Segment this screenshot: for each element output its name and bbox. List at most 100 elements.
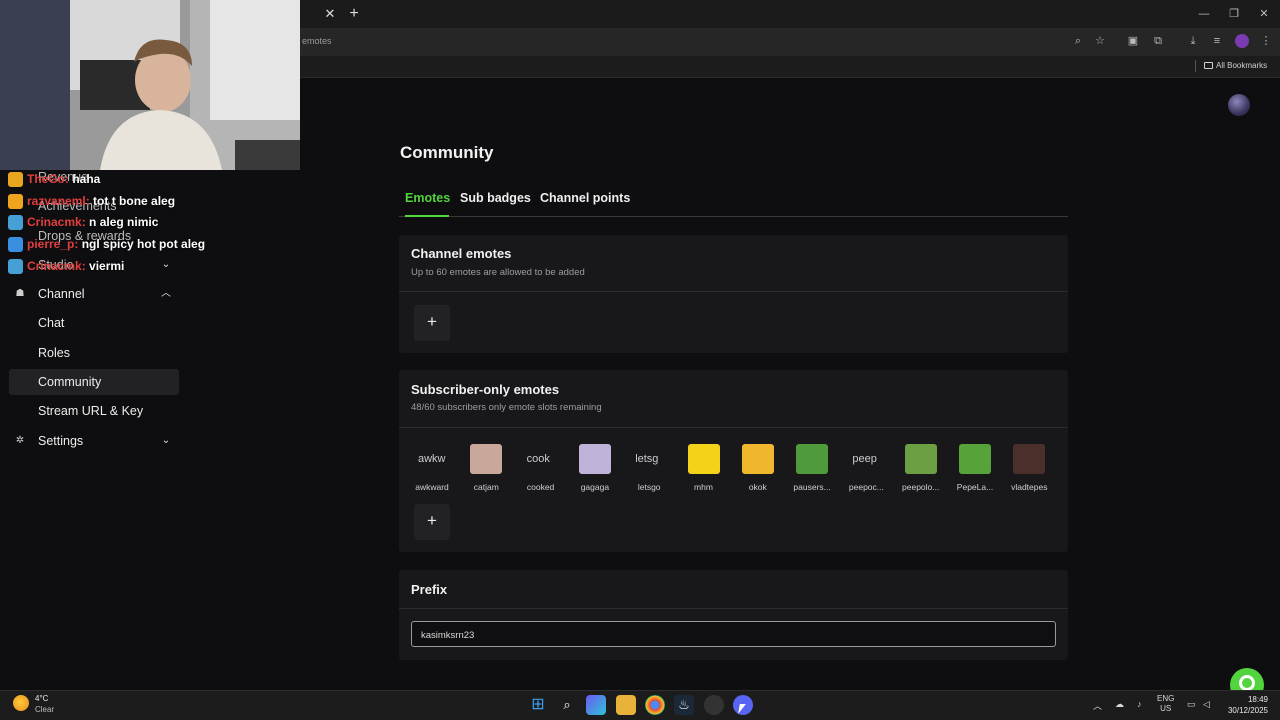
- emote-image: awkw: [418, 453, 446, 465]
- emote-name: letsgo: [637, 482, 661, 492]
- community-tabs: Emotes Sub badges Channel points: [399, 188, 1068, 217]
- chat-text: viermi: [89, 259, 125, 273]
- bookmark-star-icon[interactable]: ☆: [1093, 34, 1107, 48]
- emote-tile[interactable]: peep peepoc...: [839, 444, 893, 496]
- chat-username: Crinacmk:: [27, 259, 86, 273]
- emote-image: peep: [852, 453, 877, 465]
- file-explorer-icon[interactable]: [616, 695, 636, 715]
- sidebar-item-chat[interactable]: Chat: [38, 316, 64, 330]
- system-clock[interactable]: 18:49 30/12/2025: [1220, 694, 1268, 716]
- chat-username: pierre_p:: [27, 237, 79, 251]
- sidebar-item-stream-url[interactable]: Stream URL & Key: [38, 404, 143, 418]
- emote-name: gagaga: [580, 482, 610, 492]
- chevron-down-icon[interactable]: ⌄: [160, 435, 172, 447]
- copilot-icon[interactable]: [586, 695, 606, 715]
- search-icon[interactable]: ⌕: [557, 695, 577, 715]
- people-icon: ☗: [15, 288, 25, 299]
- chat-username: Crinacmk:: [27, 215, 86, 229]
- tab-emotes[interactable]: Emotes: [405, 191, 450, 205]
- user-avatar[interactable]: [1228, 94, 1250, 116]
- tab-close-icon[interactable]: ✕: [322, 6, 338, 22]
- url-text[interactable]: emotes: [302, 36, 332, 46]
- weather-condition[interactable]: Clear: [35, 705, 54, 714]
- profile-icon[interactable]: [1235, 34, 1249, 48]
- emote-tile[interactable]: pausers...: [785, 444, 839, 496]
- emote-tile[interactable]: okok: [731, 444, 785, 496]
- emote-tile[interactable]: gagaga: [568, 444, 622, 496]
- emote-image: [959, 444, 991, 474]
- chat-badge-icon: [8, 194, 23, 210]
- bookmarks-separator: [1195, 60, 1196, 72]
- all-bookmarks-link[interactable]: All Bookmarks: [1204, 61, 1267, 70]
- emote-image: cook: [526, 453, 550, 465]
- chat-text: tot t bone aleg: [93, 194, 176, 208]
- prefix-header: Prefix: [399, 570, 1068, 609]
- sidebar-item-settings[interactable]: Settings: [38, 434, 83, 448]
- taskbar: [0, 690, 1280, 720]
- media-icon[interactable]: ≡: [1210, 34, 1224, 48]
- chat-message: Crinacmk: n aleg nimic: [8, 215, 158, 235]
- menu-kebab-icon[interactable]: ⋮: [1259, 34, 1273, 48]
- download-icon[interactable]: ⤓: [1186, 34, 1200, 48]
- prefix-title: Prefix: [411, 582, 448, 597]
- add-subscriber-emote-button[interactable]: +: [414, 504, 450, 540]
- new-tab-button[interactable]: +: [345, 5, 363, 23]
- zoom-icon[interactable]: ⌕: [1071, 34, 1085, 48]
- steam-icon[interactable]: ♨: [674, 695, 694, 715]
- tab-channel-points[interactable]: Channel points: [540, 191, 630, 205]
- chrome-icon[interactable]: [645, 695, 665, 715]
- chevron-down-icon[interactable]: ⌄: [160, 259, 172, 271]
- emote-tile[interactable]: cook cooked: [514, 444, 568, 496]
- clock-date: 30/12/2025: [1227, 706, 1268, 715]
- webcam-image: [0, 0, 300, 170]
- puzzle-icon[interactable]: ⧉: [1151, 34, 1165, 48]
- channel-emotes-subtitle: Up to 60 emotes are allowed to be added: [411, 267, 585, 278]
- all-bookmarks-label: All Bookmarks: [1216, 61, 1268, 70]
- chat-username: razvaneml:: [27, 194, 90, 208]
- language-indicator[interactable]: ENG US: [1157, 694, 1174, 714]
- subscriber-emotes-subtitle: 48/60 subscribers only emote slots remai…: [411, 402, 602, 413]
- lang-bottom: US: [1160, 704, 1172, 713]
- screen: { "browser": { "url_visible": "emotes", …: [0, 0, 1280, 720]
- sidebar-item-roles[interactable]: Roles: [38, 346, 70, 360]
- sidebar-item-channel[interactable]: Channel: [38, 287, 85, 301]
- add-channel-emote-button[interactable]: +: [414, 305, 450, 341]
- emote-image: [578, 444, 611, 474]
- emote-tile[interactable]: letsg letsgo: [622, 444, 676, 496]
- volume-icon[interactable]: ◁: [1203, 699, 1210, 710]
- page-title: Community: [400, 143, 494, 162]
- onedrive-icon[interactable]: ☁: [1115, 699, 1124, 710]
- emote-tile[interactable]: catjam: [459, 444, 513, 496]
- emote-tile[interactable]: vladtepes: [1002, 444, 1056, 496]
- display-icon[interactable]: ▭: [1187, 699, 1196, 710]
- emote-name: mhm: [694, 482, 713, 492]
- emote-tile[interactable]: PepeLa...: [948, 444, 1002, 496]
- recording-app-icon[interactable]: [704, 695, 724, 715]
- emote-name: catjam: [473, 482, 499, 492]
- microphone-icon[interactable]: ♪: [1137, 699, 1142, 709]
- emote-tile[interactable]: peepolo...: [894, 444, 948, 496]
- close-window-icon[interactable]: ✕: [1256, 6, 1272, 22]
- emote-tile[interactable]: awkw awkward: [405, 444, 459, 496]
- minimize-icon[interactable]: —: [1196, 6, 1212, 22]
- chat-badge-icon: [8, 259, 23, 275]
- chat-username: TheGo:: [27, 172, 69, 186]
- chat-text: n aleg nimic: [89, 215, 159, 229]
- chat-text: ngl spicy hot pot aleg: [81, 237, 206, 251]
- tab-sub-badges[interactable]: Sub badges: [460, 191, 531, 205]
- sidebar-item-community[interactable]: Community: [38, 375, 101, 389]
- weather-temp[interactable]: 4°C: [35, 694, 48, 703]
- emote-image: letsg: [635, 453, 659, 465]
- prefix-input[interactable]: kasimksrn23: [411, 621, 1056, 647]
- emote-image: [687, 444, 720, 474]
- emote-name: peepolo...: [902, 482, 940, 492]
- restore-icon[interactable]: ❐: [1226, 6, 1242, 22]
- extension-icon[interactable]: ▣: [1126, 34, 1140, 48]
- emote-tile[interactable]: mhm: [677, 444, 731, 496]
- chevron-up-icon[interactable]: ︿: [160, 288, 172, 300]
- tray-chevron-icon[interactable]: ︿: [1093, 699, 1102, 712]
- weather-icon[interactable]: [13, 695, 29, 711]
- windows-start-icon[interactable]: ⊞: [528, 695, 548, 715]
- emote-name: pausers...: [793, 482, 831, 492]
- chat-message: razvaneml: tot t bone aleg: [8, 194, 175, 214]
